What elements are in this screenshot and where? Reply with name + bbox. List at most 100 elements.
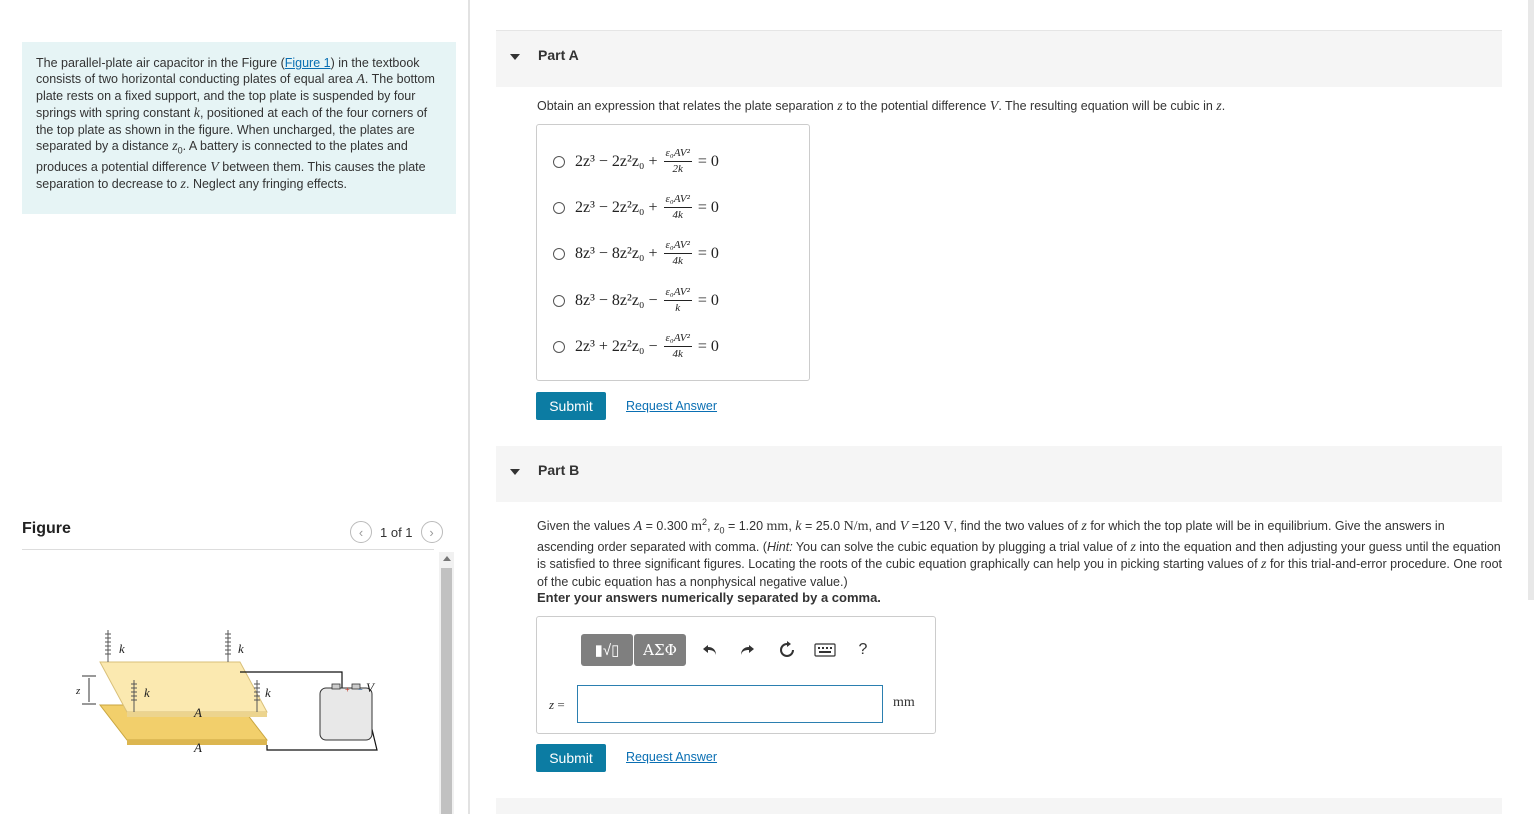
eq-rhs: = 0 [697,198,719,216]
option-equation: 8z³ − 8z²z₀ − ε₀AV² k = 0 [575,286,719,315]
label-v: V [366,680,376,695]
unit-mm: mm [766,519,789,535]
q-text: Given the values [537,519,634,534]
radio-button[interactable] [553,155,565,168]
q-text: . [1221,99,1226,113]
eq-denominator: 2k [672,163,683,175]
eq-denominator: 4k [672,209,683,221]
eq-rhs: = 0 [697,152,719,170]
option-equation: 2z³ − 2z²z₀ + ε₀AV² 4k = 0 [575,193,719,222]
answer-input[interactable] [577,685,883,723]
part-a-request-answer-link[interactable]: Request Answer [626,399,717,413]
templates-button[interactable]: ▮√▯ [581,634,633,666]
eq-lhs: 2z³ + 2z²z₀ − [575,337,658,355]
svg-text:+: + [345,685,350,694]
figure-title: Figure [22,520,71,537]
radio-button[interactable] [553,247,565,260]
part-a-submit-button[interactable]: Submit [536,392,606,420]
eq-rhs: = 0 [697,337,719,355]
var-v: V [210,159,219,175]
eq-numerator: ε₀AV² [663,286,692,301]
label-k1: k [119,641,125,656]
option-equation: 2z³ + 2z²z₀ − ε₀AV² 4k = 0 [575,332,719,361]
q-text: You can solve the cubic equation by plug… [792,540,1131,555]
eq-fraction: ε₀AV² k [663,286,692,315]
figure-pager: ‹ 1 of 1 › [350,521,443,543]
radio-button[interactable] [553,201,565,214]
eq-rhs: = 0 [697,291,719,309]
q-text: = 1.20 [724,519,767,534]
eq-fraction: ε₀AV² 4k [663,193,692,222]
var-a: A [356,72,365,88]
option-2[interactable]: 2z³ − 2z²z₀ + ε₀AV² 4k = 0 [553,193,719,222]
problem-text: The parallel-plate air capacitor in the … [36,56,285,70]
unit-n-per-m: N/m [843,519,869,535]
caret-down-icon[interactable] [510,469,520,475]
next-part-header[interactable] [496,798,1502,814]
label-k4: k [265,685,271,700]
eq-numerator: ε₀AV² [663,147,692,162]
q-text: , find the two values of [953,519,1082,534]
label-k2: k [238,641,244,656]
radio-button[interactable] [553,294,565,307]
option-1[interactable]: 2z³ − 2z²z₀ + ε₀AV² 2k = 0 [553,147,719,176]
figure-scrollbar[interactable] [439,552,454,814]
eq-numerator: ε₀AV² [663,193,692,208]
option-3[interactable]: 8z³ − 8z²z₀ + ε₀AV² 4k = 0 [553,239,719,268]
radio-button[interactable] [553,340,565,353]
equals-sign: = [554,697,565,712]
option-4[interactable]: 8z³ − 8z²z₀ − ε₀AV² k = 0 [553,286,719,315]
caret-down-icon[interactable] [510,54,520,60]
q-text: to the potential difference [842,99,990,113]
option-equation: 8z³ − 8z²z₀ + ε₀AV² 4k = 0 [575,239,719,268]
eq-fraction: ε₀AV² 2k [663,147,692,176]
eq-denominator: k [675,302,681,314]
part-a-header[interactable]: Part A [496,31,1502,87]
label-a-bottom: A [193,740,202,755]
q-text: Obtain an expression that relates the pl… [537,99,838,113]
redo-icon[interactable] [734,637,760,663]
page-scrollbar[interactable] [1528,0,1534,600]
q-text: = 0.300 [642,519,692,534]
part-b-question: Given the values A = 0.300 m2, z0 = 1.20… [537,514,1502,590]
keyboard-icon[interactable] [812,637,838,663]
unit-m: m [691,519,703,535]
eq-lhs: 2z³ − 2z²z₀ + [575,152,658,170]
var-a: A [633,519,643,535]
answer-options: 2z³ − 2z²z₀ + ε₀AV² 2k = 0 2z³ − 2z²z₀ + … [536,124,810,381]
part-b-title: Part B [538,462,580,478]
help-icon[interactable]: ? [850,637,876,663]
chevron-right-icon[interactable]: › [420,521,443,543]
problem-text: . Neglect any fringing effects. [186,176,347,191]
part-b-request-answer-link[interactable]: Request Answer [626,750,717,764]
part-b-submit-button[interactable]: Submit [536,744,606,772]
scroll-thumb[interactable] [441,568,452,814]
pane-divider[interactable] [468,0,470,814]
option-5[interactable]: 2z³ + 2z²z₀ − ε₀AV² 4k = 0 [553,332,719,361]
figure-divider [22,549,434,550]
reset-icon[interactable] [774,637,800,663]
problem-statement: The parallel-plate air capacitor in the … [22,42,456,214]
chevron-left-icon[interactable]: ‹ [350,521,372,543]
q-text: , and [868,519,900,534]
eq-denominator: 4k [672,348,683,360]
undo-icon[interactable] [697,637,723,663]
q-text: . The resulting equation will be cubic i… [998,99,1217,113]
option-equation: 2z³ − 2z²z₀ + ε₀AV² 2k = 0 [575,147,719,176]
answer-instruction: Enter your answers numerically separated… [537,590,881,605]
eq-rhs: = 0 [697,244,719,262]
scroll-up-icon[interactable] [443,556,451,561]
part-b-header[interactable]: Part B [496,446,1502,502]
greek-symbols-button[interactable]: ΑΣΦ [634,634,686,666]
eq-numerator: ε₀AV² [663,239,692,254]
figure-link[interactable]: Figure 1 [285,56,331,70]
eq-lhs: 2z³ − 2z²z₀ + [575,198,658,216]
eq-denominator: 4k [672,255,683,267]
eq-lhs: 8z³ − 8z²z₀ + [575,244,658,262]
label-k3: k [144,685,150,700]
part-a-question: Obtain an expression that relates the pl… [537,98,1225,115]
var-v: V [899,519,909,535]
eq-fraction: ε₀AV² 4k [663,332,692,361]
label-z: z [75,685,81,697]
eq-lhs: 8z³ − 8z²z₀ − [575,291,658,309]
